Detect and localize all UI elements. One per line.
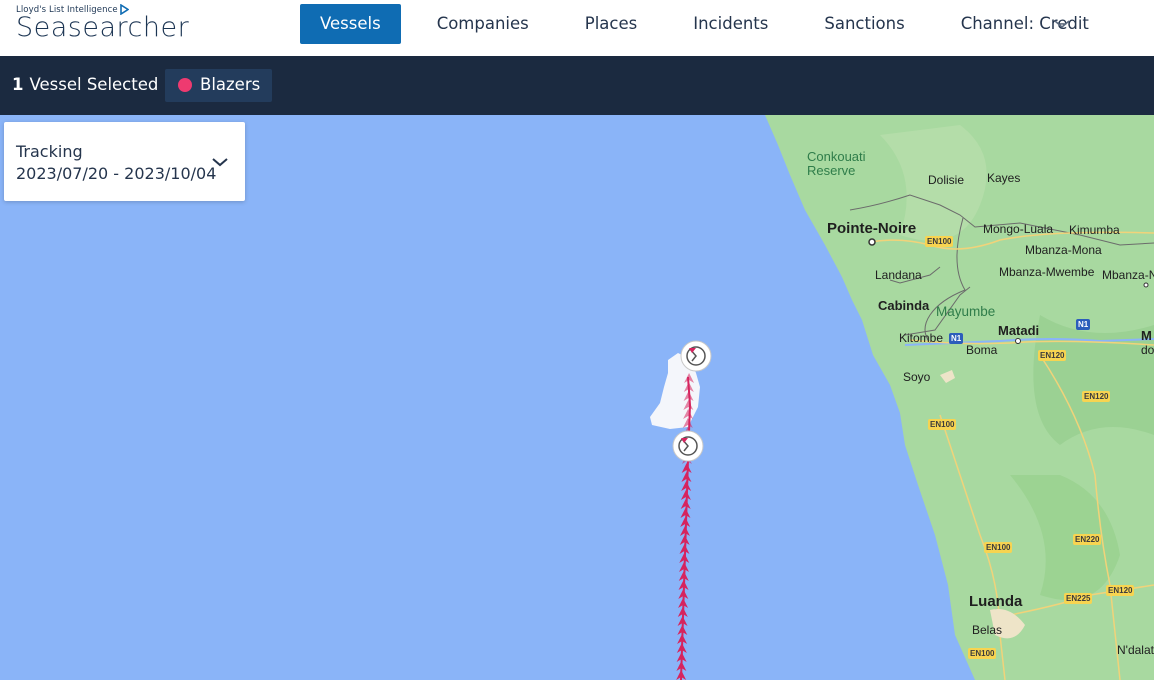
map-label-do: do [1141, 343, 1154, 357]
selection-summary: 1 Vessel Selected [12, 75, 158, 94]
map-label-kitombe: Kitombe [899, 331, 944, 345]
map-label-soyo: Soyo [903, 370, 931, 384]
main-nav: Vessels Companies Places Incidents Sanct… [300, 4, 1109, 44]
chevron-down-icon[interactable] [210, 152, 230, 172]
road-shield: EN100 [928, 419, 957, 430]
vessel-chip[interactable]: Blazers [165, 69, 272, 102]
map-label-cabinda: Cabinda [878, 298, 930, 313]
map-label-kayes: Kayes [987, 171, 1021, 185]
map-label-ndalat: N'dalat [1117, 643, 1154, 657]
nav-companies[interactable]: Companies [417, 4, 549, 44]
map-label-belas: Belas [972, 623, 1003, 637]
map-label-luanda: Luanda [969, 593, 1023, 610]
map-label-dolisie: Dolisie [928, 173, 965, 187]
vessel-color-dot [178, 78, 192, 92]
vessel-track-arrow [683, 409, 694, 419]
map-label-landana: Landana [875, 268, 922, 282]
channel-selector[interactable]: Channel: Credit [941, 4, 1109, 44]
vessel-track-arrow [682, 418, 693, 428]
nav-sanctions[interactable]: Sanctions [804, 4, 924, 44]
tracking-date-range: 2023/07/20 - 2023/10/04 [16, 164, 217, 183]
road-shield: EN225 [1064, 593, 1093, 604]
nav-vessels[interactable]: Vessels [300, 4, 401, 44]
road-shield: EN100 [984, 542, 1013, 553]
vessel-event-icon[interactable] [679, 339, 713, 373]
map-label-mayumbe: Mayumbe [936, 304, 996, 319]
map-label-mbanza-mwembe: Mbanza-Mwembe [999, 265, 1095, 279]
map-label-mbanza-mona: Mbanza-Mona [1025, 243, 1102, 257]
brand-logo[interactable]: Lloyd's List Intelligence Seasearcher [16, 4, 189, 43]
road-shield: EN120 [1082, 391, 1111, 402]
tracking-date-selector[interactable]: Tracking 2023/07/20 - 2023/10/04 [4, 122, 245, 201]
top-navigation-bar: Lloyd's List Intelligence Seasearcher Ve… [0, 0, 1154, 56]
map-label-pointe-noire: Pointe-Noire [827, 220, 917, 237]
road-shield: EN120 [1106, 585, 1135, 596]
map-label-matadi: Matadi [998, 323, 1040, 338]
road-shield: EN120 [1038, 350, 1067, 361]
road-shield: N1 [1076, 319, 1091, 330]
map-label-kimumba: Kimumba [1069, 223, 1120, 237]
selection-count: 1 [12, 75, 24, 94]
selection-bar: 1 Vessel Selected Blazers [0, 56, 1154, 115]
map-label-boma: Boma [966, 343, 998, 357]
chevron-down-icon[interactable] [1052, 14, 1072, 34]
nav-incidents[interactable]: Incidents [673, 4, 788, 44]
product-name: Seasearcher [16, 12, 190, 43]
vessel-track-arrow [683, 400, 694, 410]
map-label-mbanza-n: Mbanza-N [1102, 268, 1154, 282]
map-label-mongo-luala: Mongo-Luala [983, 222, 1054, 236]
map-label-m: M [1141, 328, 1152, 343]
vessel-chip-label: Blazers [200, 75, 261, 94]
map-label-conkouati: Conkouati Reserve [807, 149, 866, 178]
nav-places[interactable]: Places [565, 4, 657, 44]
vessel-event-icon[interactable] [671, 429, 705, 463]
road-shield: N1 [949, 333, 964, 344]
road-shield: EN100 [925, 236, 954, 247]
tracking-title: Tracking [16, 142, 83, 161]
road-shield: EN220 [1073, 534, 1102, 545]
vessel-track-arrow [683, 391, 694, 401]
road-shield: EN100 [968, 648, 997, 659]
selection-label: Vessel Selected [29, 75, 159, 94]
